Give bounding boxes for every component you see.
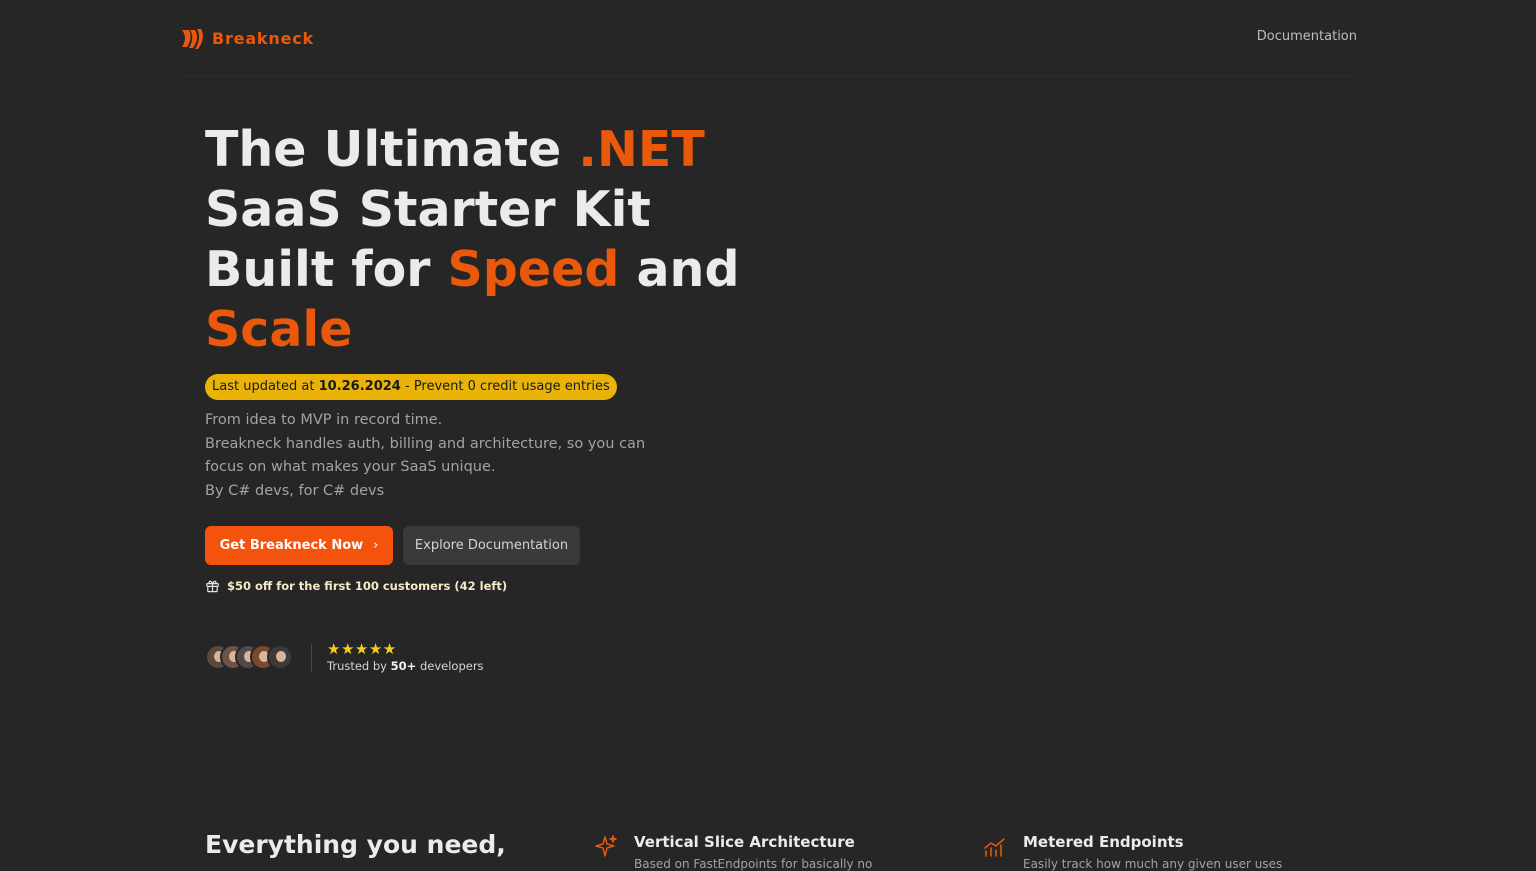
trusted-suffix: developers <box>416 659 484 673</box>
avatar <box>267 644 293 670</box>
gift-icon <box>206 580 219 593</box>
badge-date: 10.26.2024 <box>318 379 401 394</box>
trusted-prefix: Trusted by <box>327 659 391 673</box>
offer-text: $50 off for the first 100 customers (42 … <box>227 578 508 593</box>
nav-documentation-link[interactable]: Documentation <box>1257 29 1357 44</box>
badge-suffix: - Prevent 0 credit usage entries <box>400 379 610 394</box>
hero-title: The Ultimate .NET SaaS Starter Kit Built… <box>205 120 825 360</box>
title-text: Built for <box>205 241 448 298</box>
feature-description: Easily track how much any given user use… <box>1023 857 1283 871</box>
trusted-by-text: Trusted by 50+ developers <box>327 659 484 673</box>
title-text: The Ultimate <box>205 121 579 178</box>
trusted-count: 50+ <box>390 659 417 673</box>
feature-description: Based on FastEndpoints for basically no <box>634 857 873 871</box>
avatar-group <box>205 644 297 672</box>
feature-title: Metered Endpoints <box>1023 833 1184 851</box>
last-updated-badge: Last updated at 10.26.2024 - Prevent 0 c… <box>205 374 617 400</box>
desc-line: From idea to MVP in record time. <box>205 412 443 428</box>
desc-line: By C# devs, for C# devs <box>205 482 385 499</box>
top-navbar: Breakneck Documentation <box>180 0 1357 77</box>
hero-description: From idea to MVP in record time. Breakne… <box>205 409 675 503</box>
chevron-right-icon: › <box>373 538 379 553</box>
feature-title: Vertical Slice Architecture <box>634 833 855 851</box>
badge-prefix: Last updated at <box>212 379 319 394</box>
sparkle-icon <box>595 835 617 857</box>
rating-stars: ★★★★★ <box>327 640 397 658</box>
title-text: SaaS Starter Kit <box>205 181 651 238</box>
title-text: and <box>619 241 740 298</box>
brand-name: Breakneck <box>212 28 314 48</box>
desc-line: Breakneck handles auth, billing and arch… <box>205 435 646 476</box>
discount-offer: $50 off for the first 100 customers (42 … <box>205 578 507 593</box>
title-highlight-speed: Speed <box>447 241 620 298</box>
explore-documentation-button[interactable]: Explore Documentation <box>403 526 580 565</box>
vertical-divider <box>311 644 312 672</box>
features-heading: Everything you need, <box>205 830 506 859</box>
brand-logo[interactable]: Breakneck <box>180 24 314 52</box>
get-breakneck-label: Get Breakneck Now <box>219 538 364 553</box>
breakneck-logo-icon <box>182 29 203 49</box>
title-highlight-scale: Scale <box>205 301 353 358</box>
chart-line-icon <box>984 838 1005 857</box>
get-breakneck-button[interactable]: Get Breakneck Now › <box>205 526 393 565</box>
title-highlight-net: .NET <box>578 121 705 178</box>
